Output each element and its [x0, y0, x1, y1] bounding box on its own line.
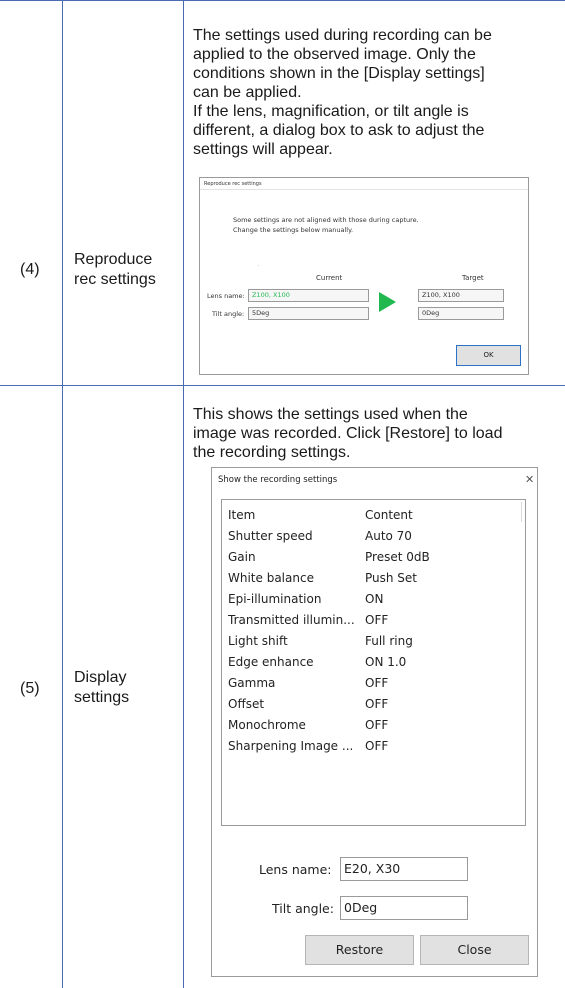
play-arrow-icon — [379, 292, 396, 312]
target-tilt-field: 0Deg — [418, 307, 504, 320]
current-tilt-field: 5Deg — [248, 307, 369, 320]
item-content: OFF — [365, 676, 389, 690]
row-label: Reproduce rec settings — [74, 250, 156, 290]
item-content: Push Set — [365, 571, 418, 585]
item-name: Gain — [228, 550, 256, 564]
lens-name-label: Lens name: — [207, 292, 245, 300]
item-content: OFF — [365, 613, 389, 627]
item-content: Preset 0dB — [365, 550, 430, 564]
description-line: conditions shown in the [Display setting… — [193, 65, 485, 82]
row-divider — [0, 385, 565, 386]
item-name: Gamma — [228, 676, 276, 690]
item-content: OFF — [365, 718, 389, 732]
item-content: Auto 70 — [365, 529, 412, 543]
description-line: The settings used during recording can b… — [193, 27, 492, 44]
row-description: This shows the settings used when the im… — [193, 405, 563, 462]
lens-name-label: Lens name: — [259, 862, 332, 877]
dialog-message-line: Change the settings below manually. — [233, 226, 354, 234]
close-icon[interactable]: ✕ — [525, 473, 534, 486]
row-label-line: Display — [74, 669, 127, 686]
row-label-line: settings — [74, 689, 130, 706]
dialog-message-line: Some settings are not aligned with those… — [233, 216, 419, 224]
item-name: Epi-illumination — [228, 592, 322, 606]
description-line: If the lens, magnification, or tilt angl… — [193, 103, 469, 120]
tilt-angle-label: Tilt angle: — [212, 310, 245, 318]
description-line: different, a dialog box to ask to adjust… — [193, 122, 485, 139]
row-number: (5) — [20, 680, 40, 697]
target-header: Target — [462, 274, 484, 282]
item-content: ON — [365, 592, 384, 606]
row-number: (4) — [20, 261, 40, 278]
description-line: This shows the settings used when the — [193, 406, 468, 423]
show-recording-settings-dialog: Show the recording settings ✕ Item Conte… — [211, 467, 538, 977]
tilt-angle-field: 0Deg — [340, 896, 468, 920]
item-name: Shutter speed — [228, 529, 313, 543]
dialog-message: Some settings are not aligned with those… — [233, 215, 419, 235]
row-description: The settings used during recording can b… — [193, 26, 563, 159]
row-label-line: rec settings — [74, 271, 156, 288]
item-name: White balance — [228, 571, 314, 585]
description-line: applied to the observed image. Only the — [193, 46, 476, 63]
dialog-title: Show the recording settings — [218, 475, 338, 485]
description-line: can be applied. — [193, 84, 302, 101]
dialog-dot: · — [258, 263, 260, 269]
description-line: image was recorded. Click [Restore] to l… — [193, 425, 503, 442]
item-column-header[interactable]: Item — [228, 508, 255, 522]
description-line: settings will appear. — [193, 141, 333, 158]
column-separator — [521, 502, 522, 522]
item-content: ON 1.0 — [365, 655, 407, 669]
item-name: Light shift — [228, 634, 288, 648]
lens-name-field: E20, X30 — [340, 857, 468, 881]
item-content: Full ring — [365, 634, 413, 648]
content-column-header[interactable]: Content — [365, 508, 413, 522]
ok-button[interactable]: OK — [456, 345, 521, 366]
settings-list[interactable]: Item Content Shutter speed Auto 70 Gain … — [221, 499, 526, 826]
item-name: Edge enhance — [228, 655, 314, 669]
item-name: Transmitted illumin... — [228, 613, 355, 627]
reproduce-rec-settings-dialog: Reproduce rec settings Some settings are… — [199, 177, 529, 375]
column-divider-2 — [183, 0, 184, 988]
dialog-title: Reproduce rec settings — [204, 181, 262, 187]
target-lens-field: Z100, X100 — [418, 289, 504, 302]
current-lens-field: Z100, X100 — [248, 289, 369, 302]
item-name: Monochrome — [228, 718, 306, 732]
row-label-line: Reproduce — [74, 251, 153, 268]
current-header: Current — [316, 274, 343, 282]
row-label: Display settings — [74, 668, 129, 708]
description-line: the recording settings. — [193, 444, 351, 461]
tilt-angle-label: Tilt angle: — [272, 901, 334, 916]
item-content: OFF — [365, 739, 389, 753]
restore-button[interactable]: Restore — [305, 935, 414, 965]
table-top-border — [0, 0, 565, 1]
close-button[interactable]: Close — [420, 935, 529, 965]
item-content: OFF — [365, 697, 389, 711]
item-name: Sharpening Image ... — [228, 739, 354, 753]
column-divider-1 — [62, 0, 63, 988]
item-name: Offset — [228, 697, 265, 711]
